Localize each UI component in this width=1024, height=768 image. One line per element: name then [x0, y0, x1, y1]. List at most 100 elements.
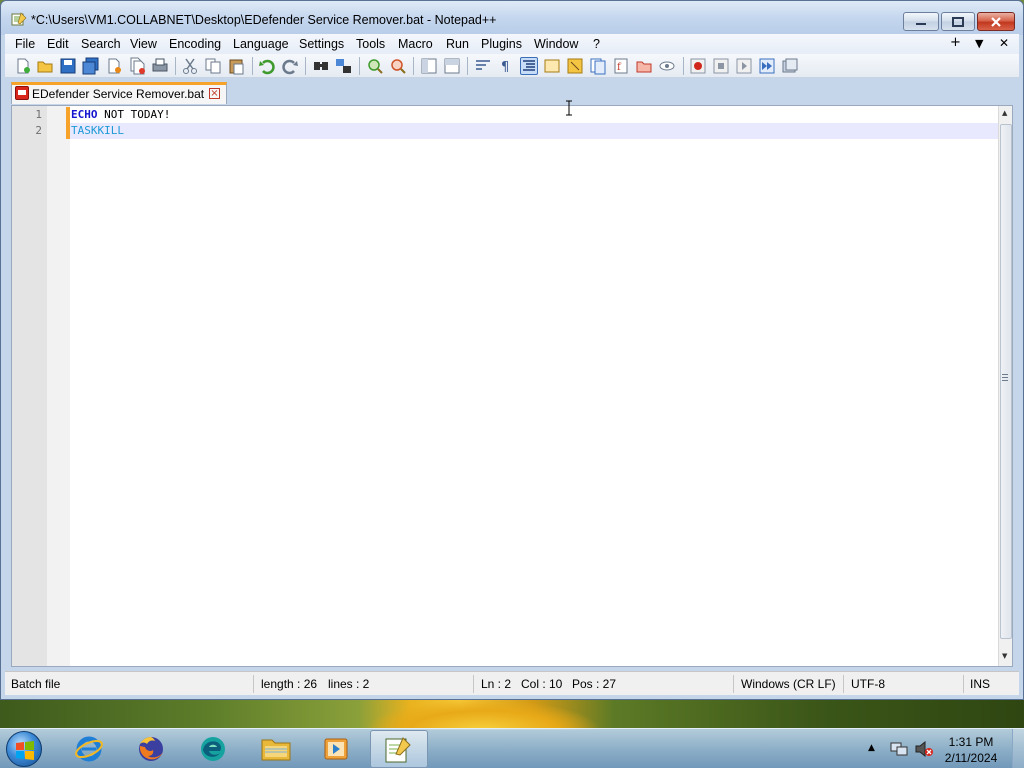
tab-edefender-service-remover[interactable]: EDefender Service Remover.bat × [11, 82, 227, 104]
volume-muted-icon[interactable] [914, 741, 934, 757]
cut-icon[interactable] [181, 57, 199, 75]
start-button[interactable] [6, 731, 42, 767]
find-icon[interactable] [312, 57, 330, 75]
editor-area[interactable]: 1 2 ECHO NOT TODAY! TASKKILL ▲ ▼ [11, 105, 1013, 667]
toolbar-separator [252, 57, 253, 75]
open-file-icon[interactable] [36, 57, 54, 75]
indent-guide-button[interactable] [520, 57, 538, 75]
toolbar-separator [413, 57, 414, 75]
run-macro-multiple-icon[interactable] [758, 57, 776, 75]
clock-date: 2/11/2024 [944, 751, 998, 765]
code-line-current[interactable]: TASKKILL [70, 123, 998, 139]
network-icon[interactable] [890, 741, 908, 757]
word-wrap-icon[interactable] [474, 57, 492, 75]
close-file-icon[interactable] [105, 57, 123, 75]
paste-icon[interactable] [227, 57, 245, 75]
menu-run[interactable]: Run [446, 37, 469, 51]
tab-close-icon[interactable]: × [209, 88, 220, 99]
folder-workspace-icon[interactable] [635, 57, 653, 75]
doc-map-icon[interactable] [566, 57, 584, 75]
playback-macro-icon[interactable] [735, 57, 753, 75]
maximize-button[interactable] [941, 12, 975, 31]
status-separator [963, 675, 964, 693]
menu-window[interactable]: Window [534, 37, 578, 51]
status-insert-mode[interactable]: INS [970, 677, 990, 691]
save-all-icon[interactable] [82, 57, 100, 75]
taskbar-internet-explorer[interactable] [62, 730, 116, 768]
status-separator [733, 675, 734, 693]
minimize-icon [916, 22, 926, 25]
replace-icon[interactable] [335, 57, 353, 75]
new-tab-button[interactable]: + [950, 35, 961, 50]
taskbar-media-player[interactable] [310, 730, 364, 768]
command-token: TASKKILL [71, 124, 124, 137]
line-number-gutter [12, 106, 47, 666]
save-macro-icon[interactable] [781, 57, 799, 75]
udl-icon[interactable] [543, 57, 561, 75]
notepadpp-icon [385, 737, 411, 763]
ibeam-cursor-icon [566, 100, 572, 116]
doc-list-icon[interactable] [589, 57, 607, 75]
taskbar: ▲ 1:31 PM 2/11/2024 [0, 728, 1024, 768]
show-all-chars-icon[interactable]: ¶ [497, 57, 515, 75]
sync-vertical-icon[interactable] [420, 57, 438, 75]
menu-language[interactable]: Language [233, 37, 289, 51]
print-icon[interactable] [151, 57, 169, 75]
redo-icon[interactable] [281, 57, 299, 75]
status-encoding[interactable]: UTF-8 [851, 677, 885, 691]
menu-edit[interactable]: Edit [47, 37, 69, 51]
vertical-scrollbar[interactable]: ▲ ▼ [998, 106, 1012, 666]
line-number: 2 [35, 124, 42, 137]
taskbar-edge[interactable] [186, 730, 240, 768]
menu-macro[interactable]: Macro [398, 37, 433, 51]
indent-guide-icon [523, 60, 535, 71]
tray-expand-icon[interactable]: ▲ [868, 743, 875, 753]
menu-encoding[interactable]: Encoding [169, 37, 221, 51]
menu-help[interactable]: ? [593, 37, 600, 51]
close-window-button[interactable] [977, 12, 1015, 31]
close-doc-button[interactable]: ✕ [999, 36, 1009, 50]
toolbar: ¶ f [5, 54, 1019, 78]
copy-icon[interactable] [204, 57, 222, 75]
scroll-down-icon[interactable]: ▼ [1002, 652, 1007, 660]
system-clock[interactable]: 1:31 PM 2/11/2024 [940, 734, 1002, 766]
tab-label: EDefender Service Remover.bat [32, 87, 205, 101]
new-file-icon[interactable] [14, 57, 32, 75]
status-line: Ln : 2 [481, 677, 512, 691]
fold-margin [47, 106, 70, 666]
toolbar-separator [683, 57, 684, 75]
close-all-icon[interactable] [128, 57, 146, 75]
menu-plugins[interactable]: Plugins [481, 37, 522, 51]
zoom-out-icon[interactable] [389, 57, 407, 75]
code-line[interactable]: ECHO NOT TODAY! [70, 107, 998, 123]
menu-settings[interactable]: Settings [299, 37, 344, 51]
menu-file[interactable]: File [15, 37, 35, 51]
menu-search[interactable]: Search [81, 37, 121, 51]
stop-record-icon[interactable] [712, 57, 730, 75]
clock-time: 1:31 PM [948, 735, 994, 749]
taskbar-firefox[interactable] [124, 730, 178, 768]
zoom-in-icon[interactable] [366, 57, 384, 75]
sync-horizontal-icon[interactable] [443, 57, 461, 75]
taskbar-notepadpp[interactable] [370, 730, 428, 768]
scroll-thumb[interactable] [1000, 124, 1012, 639]
toolbar-separator [359, 57, 360, 75]
scroll-up-icon[interactable]: ▲ [1002, 109, 1007, 117]
status-eol[interactable]: Windows (CR LF) [741, 677, 836, 691]
show-desktop-button[interactable] [1012, 729, 1024, 768]
title-bar[interactable]: *C:\Users\VM1.COLLABNET\Desktop\EDefende… [1, 1, 1023, 35]
menu-tools[interactable]: Tools [356, 37, 385, 51]
taskbar-file-explorer[interactable] [248, 730, 302, 768]
tab-list-button[interactable]: ▼ [975, 37, 983, 50]
function-list-icon[interactable]: f [612, 57, 630, 75]
menu-view[interactable]: View [130, 37, 157, 51]
keyword-token: ECHO [71, 108, 98, 121]
status-file-type: Batch file [11, 677, 61, 691]
minimize-button[interactable] [903, 12, 939, 31]
undo-icon[interactable] [258, 57, 276, 75]
wallpaper-flower [368, 700, 598, 730]
monitoring-icon[interactable] [658, 57, 676, 75]
record-macro-icon[interactable] [689, 57, 707, 75]
save-icon[interactable] [59, 57, 77, 75]
status-length: length : 26 [261, 677, 318, 691]
